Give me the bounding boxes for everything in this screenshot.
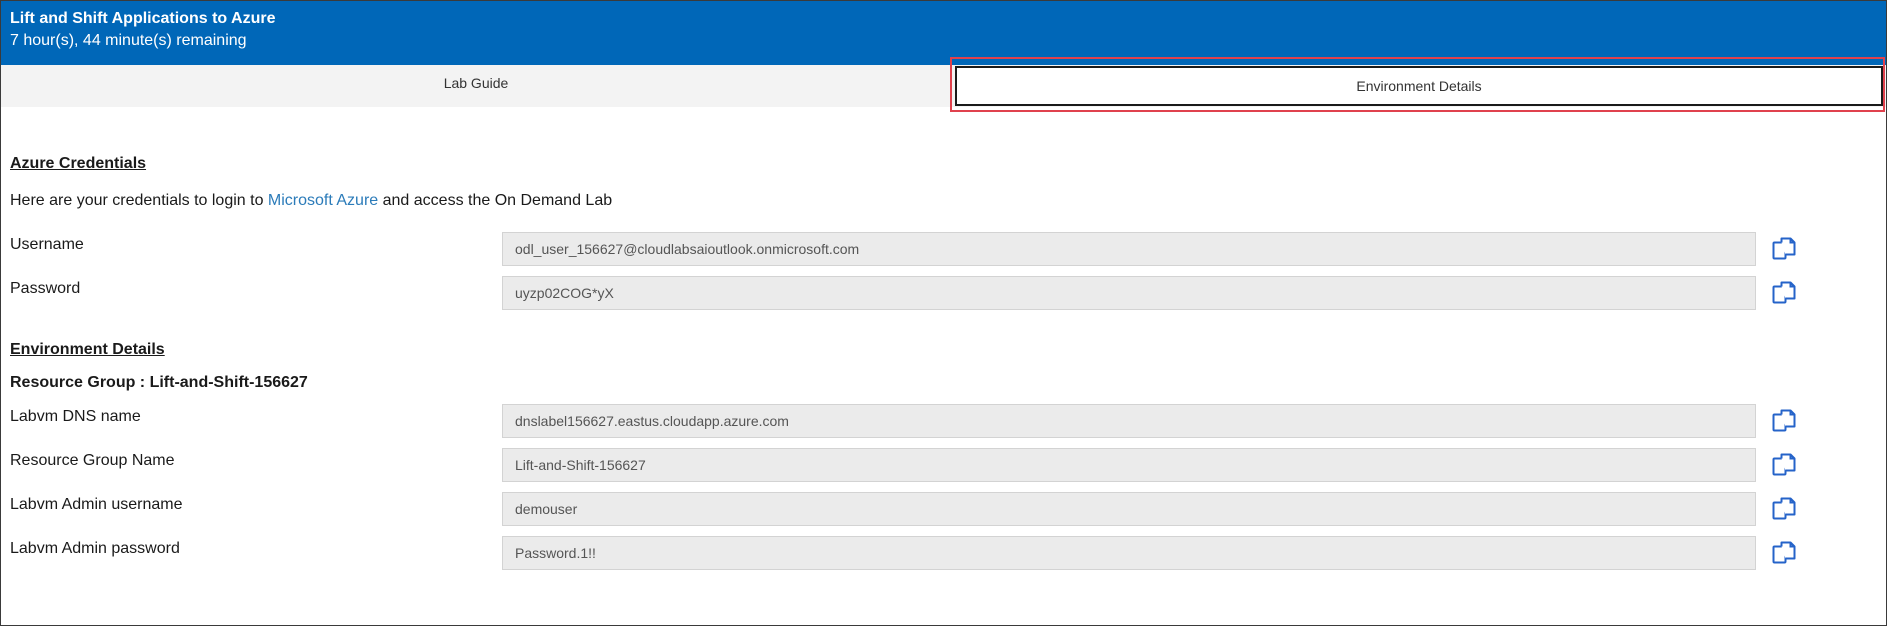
copy-icon[interactable]: [1770, 450, 1798, 478]
username-field[interactable]: odl_user_156627@cloudlabsaioutlook.onmic…: [502, 232, 1756, 266]
password-label: Password: [10, 280, 81, 297]
lab-title: Lift and Shift Applications to Azure: [10, 10, 276, 27]
intro-text-before: Here are your credentials to login to: [10, 192, 268, 209]
intro-text-after: and access the On Demand Lab: [378, 192, 613, 209]
labvm-admin-username-field[interactable]: demouser: [502, 492, 1756, 526]
copy-icon[interactable]: [1770, 538, 1798, 566]
resource-group-name-field[interactable]: Lift-and-Shift-156627: [502, 448, 1756, 482]
resource-group-name-label: Resource Group Name: [10, 452, 175, 469]
tab-lab-guide[interactable]: Lab Guide: [1, 65, 951, 107]
lab-header: Lift and Shift Applications to Azure 7 h…: [1, 1, 1886, 65]
copy-icon[interactable]: [1770, 234, 1798, 262]
tab-environment-details[interactable]: Environment Details: [955, 66, 1883, 106]
copy-icon[interactable]: [1770, 494, 1798, 522]
environment-details-heading: Environment Details: [10, 341, 165, 358]
labvm-admin-password-field[interactable]: Password.1!!: [502, 536, 1756, 570]
labvm-dns-label: Labvm DNS name: [10, 408, 141, 425]
time-remaining: 7 hour(s), 44 minute(s) remaining: [10, 32, 247, 49]
microsoft-azure-link[interactable]: Microsoft Azure: [268, 192, 378, 209]
username-label: Username: [10, 236, 84, 253]
copy-icon[interactable]: [1770, 406, 1798, 434]
copy-icon[interactable]: [1770, 278, 1798, 306]
credentials-intro: Here are your credentials to login to Mi…: [10, 192, 612, 210]
labvm-admin-password-label: Labvm Admin password: [10, 540, 180, 557]
resource-group-title: Resource Group : Lift-and-Shift-156627: [10, 374, 308, 391]
azure-credentials-heading: Azure Credentials: [10, 155, 147, 172]
labvm-admin-username-label: Labvm Admin username: [10, 496, 183, 513]
password-field[interactable]: uyzp02COG*yX: [502, 276, 1756, 310]
labvm-dns-field[interactable]: dnslabel156627.eastus.cloudapp.azure.com: [502, 404, 1756, 438]
